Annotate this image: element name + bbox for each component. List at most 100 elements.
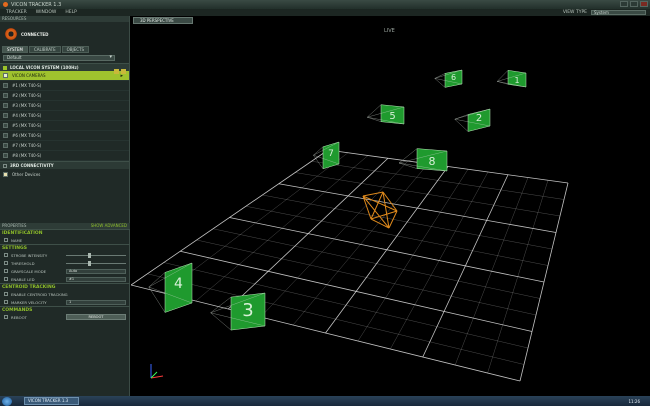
tab-calibrate[interactable]: CALIBRATE xyxy=(28,46,61,53)
group-local-vicon-label: LOCAL VICON SYSTEM (100Hz) xyxy=(10,64,79,70)
camera-label: 4 xyxy=(174,276,183,292)
grid-line xyxy=(422,174,509,358)
camera-row[interactable]: #3 (MX T40-S) xyxy=(0,101,129,111)
axis-gizmo xyxy=(150,364,164,379)
reboot-button[interactable]: REBOOT xyxy=(66,314,126,320)
grayscale-select[interactable]: Auto xyxy=(66,268,126,274)
start-button[interactable] xyxy=(2,396,12,406)
window-title: VICON TRACKER 1.3 xyxy=(11,1,62,8)
prop-grayscale-label: GRAYSCALE MODE xyxy=(11,268,47,274)
config-dropdown[interactable]: Default xyxy=(3,55,115,61)
close-button[interactable] xyxy=(640,1,648,7)
prop-strobe-label: STROBE INTENSITY xyxy=(11,252,48,258)
camera-row[interactable]: #7 (MX T40-S) xyxy=(0,141,129,151)
checkbox-icon[interactable] xyxy=(4,292,8,296)
camera-marker: 4 xyxy=(148,262,193,313)
object-edge xyxy=(362,191,384,197)
live-label: LIVE xyxy=(384,28,395,34)
camera-label: 8 xyxy=(429,155,436,168)
strobe-slider[interactable] xyxy=(66,252,126,258)
camera-icon xyxy=(3,123,8,128)
camera-row[interactable]: #5 (MX T40-S) xyxy=(0,121,129,131)
camera-marker: 7 xyxy=(313,141,340,170)
view-type-select[interactable]: System xyxy=(591,10,646,15)
tab-objects[interactable]: OBJECTS xyxy=(61,46,90,53)
prop-threshold-label: THRESHOLD xyxy=(11,260,35,266)
minimize-button[interactable] xyxy=(620,1,628,7)
property-icon xyxy=(4,300,8,304)
tracked-object[interactable] xyxy=(362,191,398,229)
prop-grayscale: GRAYSCALE MODE Auto xyxy=(0,267,130,275)
camera-marker: 2 xyxy=(454,108,491,132)
tab-system[interactable]: SYSTEM xyxy=(2,46,28,53)
camera-label: 6 xyxy=(451,73,456,82)
row-other-devices[interactable]: Other Devices xyxy=(0,169,129,179)
save-icon[interactable] xyxy=(114,69,119,74)
camera-icon xyxy=(3,113,8,118)
frustum-line xyxy=(497,81,509,85)
camera-row[interactable]: #6 (MX T40-S) xyxy=(0,131,129,141)
group-3rd-connectivity[interactable]: 3RD CONNECTIVITY xyxy=(0,161,129,169)
camera-marker: 6 xyxy=(434,69,463,88)
folder-icon[interactable] xyxy=(121,69,126,74)
camera-row-label: #8 (MX T40-S) xyxy=(12,153,42,158)
section-centroid: CENTROID TRACKING xyxy=(0,283,130,290)
vicon-logo-icon xyxy=(5,28,17,40)
row-vicon-cameras[interactable]: VICON CAMERAS ▸ xyxy=(0,71,129,81)
camera-row-label: #1 (MX T40-S) xyxy=(12,83,42,88)
camera-icon xyxy=(3,133,8,138)
menu-tracker[interactable]: TRACKER xyxy=(6,10,27,15)
camera-marker: 3 xyxy=(210,292,266,331)
camera-icon xyxy=(3,103,8,108)
frustum-line xyxy=(454,119,469,132)
window-controls xyxy=(620,1,648,7)
frustum-line xyxy=(313,155,324,169)
prop-threshold: THRESHOLD xyxy=(0,259,130,267)
taskbar-item[interactable]: VICON TRACKER 1.3 xyxy=(24,397,79,405)
resources-header: RESOURCES xyxy=(0,16,129,22)
property-icon xyxy=(4,261,8,265)
app-logo-icon xyxy=(3,2,8,7)
prop-reboot: REBOOT REBOOT xyxy=(0,313,130,321)
camera-label: 7 xyxy=(328,149,334,159)
frustum-line xyxy=(434,78,446,88)
threshold-slider[interactable] xyxy=(66,260,126,266)
marker-velocity-input[interactable]: 1 xyxy=(66,299,126,305)
group-local-vicon[interactable]: LOCAL VICON SYSTEM (100Hz) xyxy=(0,63,129,71)
tab-3d-perspective[interactable]: 3D PERSPECTIVE xyxy=(133,17,193,24)
grid-line xyxy=(147,273,525,365)
group-3rd-connectivity-label: 3RD CONNECTIVITY xyxy=(10,162,54,168)
checkbox-icon[interactable] xyxy=(3,65,7,70)
camera-row[interactable]: #4 (MX T40-S) xyxy=(0,111,129,121)
tab-system-label: SYSTEM xyxy=(7,47,23,52)
scene-canvas[interactable]: 1 2 3 4 5 6 7 8 xyxy=(131,16,650,396)
frustum-line xyxy=(210,296,232,313)
grid-line xyxy=(455,177,529,366)
prop-enable-centroid: ENABLE CENTROID TRACKING xyxy=(0,290,130,298)
led-select[interactable]: #1 xyxy=(66,276,126,282)
tab-objects-label: OBJECTS xyxy=(66,47,85,52)
camera-marker: 5 xyxy=(367,104,405,125)
camera-row-label: #7 (MX T40-S) xyxy=(12,143,42,148)
checkbox-icon[interactable] xyxy=(3,163,7,168)
title-bar: VICON TRACKER 1.3 xyxy=(0,0,650,9)
camera-row-label: #5 (MX T40-S) xyxy=(12,123,42,128)
taskbar: VICON TRACKER 1.3 11:26 xyxy=(0,396,650,406)
property-icon xyxy=(4,269,8,273)
show-advanced-link[interactable]: SHOW ADVANCED xyxy=(91,223,127,229)
camera-row-label: #6 (MX T40-S) xyxy=(12,133,42,138)
viewport-3d[interactable]: 1 2 3 4 5 6 7 8 3D PERSPECTIVE LIVE xyxy=(131,16,650,396)
camera-row[interactable]: #2 (MX T40-S) xyxy=(0,91,129,101)
row-other-devices-label: Other Devices xyxy=(12,171,41,177)
camera-icon xyxy=(3,153,8,158)
menu-window[interactable]: WINDOW xyxy=(36,10,57,15)
maximize-button[interactable] xyxy=(630,1,638,7)
resource-tabs: SYSTEM CALIBRATE OBJECTS xyxy=(0,46,129,53)
resources-panel: RESOURCES CONNECTED SYSTEM CALIBRATE OBJ… xyxy=(0,16,130,396)
camera-row[interactable]: #8 (MX T40-S) xyxy=(0,151,129,161)
camera-icon xyxy=(3,83,8,88)
menu-help[interactable]: HELP xyxy=(65,10,76,15)
properties-header: PROPERTIES SHOW ADVANCED xyxy=(0,223,130,229)
camera-row[interactable]: #1 (MX T40-S) xyxy=(0,81,129,91)
prop-reboot-label: REBOOT xyxy=(11,314,27,320)
